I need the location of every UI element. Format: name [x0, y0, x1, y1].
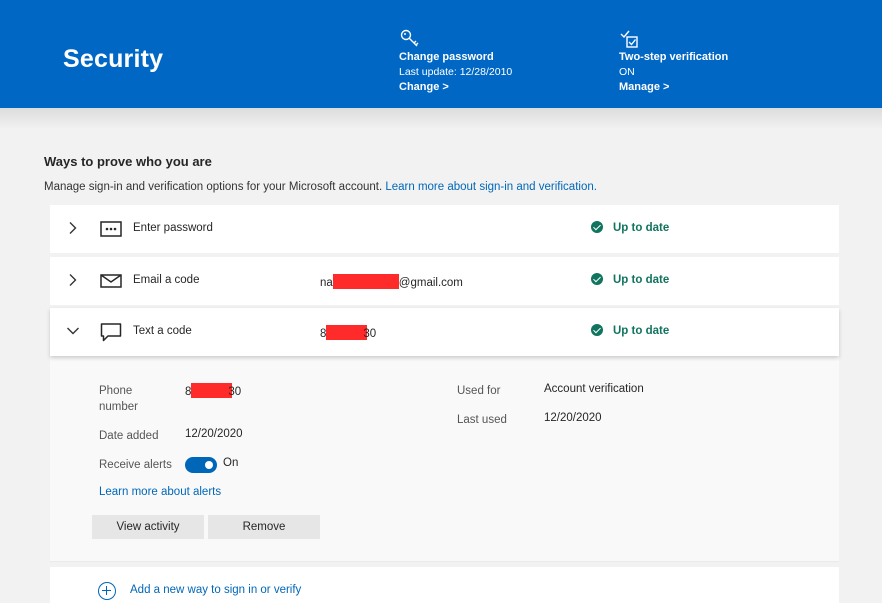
change-password-link[interactable]: Change >: [399, 80, 449, 95]
method-row-email[interactable]: Email a code na @gmail.com Up to date: [50, 257, 839, 305]
two-step-block: Two-step verification ON Manage >: [619, 28, 728, 95]
status-text: Up to date: [613, 274, 670, 286]
method-label: Enter password: [133, 222, 213, 234]
section-title: Ways to prove who you are: [44, 154, 212, 169]
phone-number-label: Phone number: [99, 385, 138, 413]
last-used-value: 12/20/2020: [544, 412, 602, 424]
password-last-update: Last update: 12/28/2010: [399, 66, 513, 78]
add-method-row[interactable]: Add a new way to sign in or verify: [50, 567, 839, 603]
email-suffix: @gmail.com: [398, 277, 463, 289]
envelope-icon: [100, 274, 122, 288]
two-step-status: ON: [619, 66, 635, 78]
learn-more-signin-link[interactable]: Learn more about sign-in and verificatio…: [385, 181, 597, 193]
redaction-box: [332, 274, 399, 289]
phone-suffix: 30: [363, 328, 377, 340]
view-activity-button[interactable]: View activity: [92, 515, 204, 539]
redaction-box: [191, 383, 233, 398]
add-circle-icon[interactable]: [98, 582, 116, 600]
chat-bubble-icon: [100, 323, 122, 342]
checkmark-circle-icon: [591, 273, 603, 285]
method-row-password[interactable]: Enter password Up to date: [50, 205, 839, 253]
page-title: Security: [63, 45, 164, 73]
phone-number: 8 30: [320, 325, 376, 340]
used-for-label: Used for: [457, 385, 501, 397]
receive-alerts-state: On: [223, 457, 239, 469]
add-method-link[interactable]: Add a new way to sign in or verify: [130, 584, 301, 596]
receive-alerts-label: Receive alerts: [99, 459, 172, 471]
section-description-text: Manage sign-in and verification options …: [44, 181, 386, 193]
chevron-right-icon[interactable]: [66, 273, 80, 287]
last-used-label: Last used: [457, 414, 507, 426]
used-for-value: Account verification: [544, 383, 644, 395]
method-status: Up to date: [591, 324, 669, 337]
checklist-icon: [620, 30, 638, 48]
receive-alerts-toggle[interactable]: [185, 457, 217, 473]
password-dots-icon: [100, 221, 122, 237]
date-added-value: 12/20/2020: [185, 428, 243, 440]
change-password-block: Change password Last update: 12/28/2010 …: [399, 28, 512, 95]
redaction-box: [326, 325, 368, 340]
checkmark-circle-icon: [591, 324, 603, 336]
email-prefix: na: [320, 277, 333, 289]
method-row-text[interactable]: Text a code 8 30 Up to date: [50, 308, 839, 356]
header-shadow: [0, 108, 882, 130]
manage-two-step-link[interactable]: Manage >: [619, 80, 669, 95]
method-label: Text a code: [133, 325, 192, 337]
security-header: Security Change password Last update: 12…: [0, 0, 882, 108]
chevron-right-icon[interactable]: [66, 221, 80, 235]
learn-more-alerts-link[interactable]: Learn more about alerts: [99, 486, 221, 498]
change-password-title: Change password: [399, 51, 494, 63]
status-text: Up to date: [613, 325, 670, 337]
email-address: na @gmail.com: [320, 274, 463, 289]
text-method-details: Phone number 8 30 Date added 12/20/2020 R…: [50, 355, 839, 562]
section-description: Manage sign-in and verification options …: [44, 181, 597, 193]
method-label: Email a code: [133, 274, 200, 286]
phone-suffix: 30: [228, 386, 242, 398]
date-added-label: Date added: [99, 430, 159, 442]
method-status: Up to date: [591, 221, 669, 234]
key-icon: [400, 29, 419, 47]
checkmark-circle-icon: [591, 221, 603, 233]
phone-number-value: 8 30: [185, 383, 241, 398]
remove-button[interactable]: Remove: [208, 515, 320, 539]
two-step-title: Two-step verification: [619, 51, 729, 63]
method-status: Up to date: [591, 273, 669, 286]
chevron-down-icon[interactable]: [66, 324, 80, 338]
status-text: Up to date: [613, 222, 670, 234]
